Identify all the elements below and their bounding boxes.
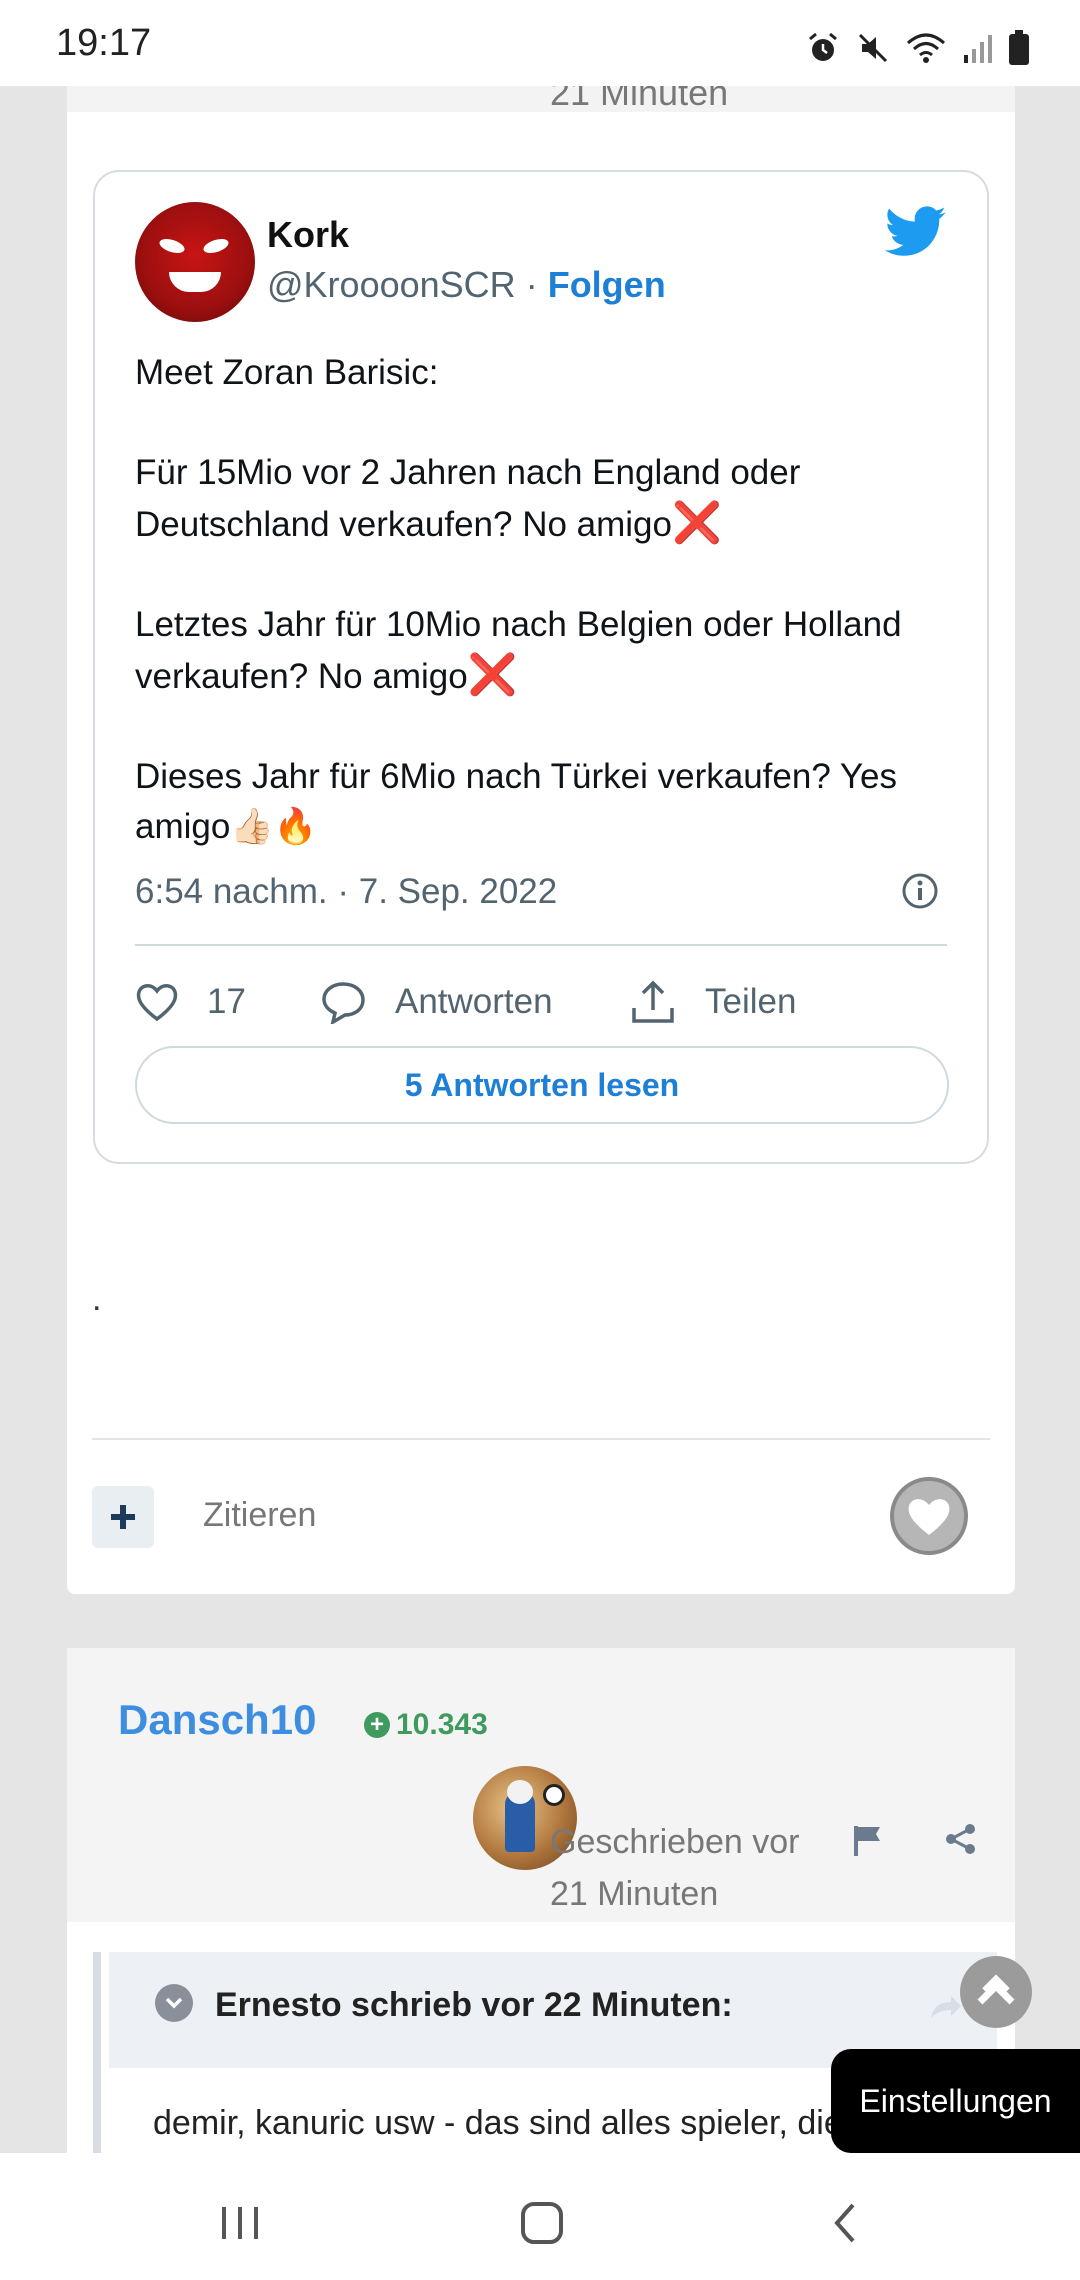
mute-icon: [858, 33, 888, 63]
tweet-blank-line: [135, 398, 965, 448]
settings-button[interactable]: Einstellungen: [831, 2049, 1080, 2153]
status-icons: [806, 26, 1030, 70]
share-label: Teilen: [705, 982, 797, 1021]
signal-icon: [964, 35, 992, 63]
status-bar: 19:17: [0, 0, 1080, 86]
chevron-down-icon[interactable]: [155, 1984, 193, 2022]
reply-bubble-icon: [322, 982, 365, 1024]
back-icon: [834, 2203, 855, 2243]
tweet-divider: [135, 944, 947, 946]
written-label: Geschrieben vor: [550, 1823, 800, 1861]
plus-icon: [111, 1505, 135, 1529]
post-timestamp: Geschrieben vor 21 Minuten: [550, 1816, 799, 1920]
tweet-text: Meet Zoran Barisic: Für 15Mio vor 2 Jahr…: [135, 348, 965, 852]
tweet-line: Meet Zoran Barisic:: [135, 353, 439, 392]
fire-emoji: 🔥: [273, 807, 318, 846]
cross-emoji: ❌: [467, 653, 518, 697]
reply-label: Antworten: [395, 982, 553, 1021]
quote-link[interactable]: Zitieren: [203, 1496, 316, 1535]
info-icon[interactable]: [901, 872, 939, 910]
post-footer-divider: [92, 1438, 990, 1440]
recent-apps-button[interactable]: [210, 2193, 270, 2253]
quote-text: demir, kanuric usw - das sind alles spie…: [153, 2104, 843, 2142]
post-text-dot: .: [92, 1280, 102, 1318]
share-icon[interactable]: [944, 1822, 978, 1856]
heart-icon: [908, 1499, 950, 1535]
handle-separator: ·: [525, 264, 538, 305]
tweet-actions: 17 Antworten Teilen: [135, 972, 796, 1032]
upload-share-icon: [632, 980, 674, 1023]
multiquote-button[interactable]: [92, 1486, 154, 1548]
status-time: 19:17: [56, 22, 152, 64]
follow-link[interactable]: Folgen: [548, 264, 666, 305]
like-action[interactable]: 17: [135, 981, 321, 1023]
recent-apps-icon: [222, 2207, 258, 2239]
tweet-handle[interactable]: @KroooonSCR: [267, 264, 516, 305]
tweet-author-name[interactable]: Kork: [267, 214, 349, 256]
plus-circle-icon: +: [364, 1712, 390, 1738]
home-button[interactable]: [512, 2193, 572, 2253]
tweet-line: Für 15Mio vor 2 Jahren nach England oder…: [135, 453, 801, 545]
embedded-tweet[interactable]: Kork @KroooonSCR · Folgen Meet Zoran Bar…: [93, 170, 989, 1164]
alarm-icon: [809, 32, 837, 61]
twitter-bird-icon[interactable]: [885, 206, 947, 258]
tweet-author-avatar[interactable]: [135, 202, 255, 322]
scroll-to-top-button[interactable]: [960, 1956, 1032, 2028]
cross-emoji: ❌: [671, 501, 722, 545]
post-author-username[interactable]: Dansch10: [118, 1696, 316, 1744]
chevron-up-icon: [977, 1974, 1015, 2005]
tweet-blank-line: [135, 550, 965, 600]
reply-action[interactable]: Antworten: [321, 980, 629, 1024]
tweet-date[interactable]: 6:54 nachm. · 7. Sep. 2022: [135, 872, 557, 912]
like-count: 17: [207, 982, 246, 1021]
reputation-badge: + 10.343: [364, 1708, 488, 1742]
share-tweet-action[interactable]: Teilen: [629, 978, 796, 1026]
tweet-line: Letztes Jahr für 10Mio nach Belgien oder…: [135, 605, 902, 697]
tweet-line: Dieses Jahr für 6Mio nach Türkei verkauf…: [135, 757, 897, 846]
home-icon: [521, 2202, 563, 2244]
reaction-button[interactable]: [890, 1477, 968, 1555]
previous-post-timestamp: 21 Minuten: [67, 86, 1015, 112]
wifi-icon: [907, 33, 945, 63]
read-replies-button[interactable]: 5 Antworten lesen: [135, 1046, 949, 1124]
system-nav-bar: [0, 2153, 1080, 2280]
flag-icon[interactable]: [850, 1822, 886, 1858]
written-time[interactable]: 21 Minuten: [550, 1868, 799, 1920]
heart-icon: [136, 984, 178, 1022]
goto-quote-arrow-icon[interactable]: [927, 1992, 963, 2022]
back-button[interactable]: [814, 2193, 874, 2253]
tweet-handle-row: @KroooonSCR · Folgen: [267, 264, 666, 306]
tweet-blank-line: [135, 702, 965, 752]
thumbs-up-emoji: 👍🏻: [230, 807, 274, 846]
quote-title: Ernesto schrieb vor 22 Minuten:: [215, 1986, 733, 2024]
reputation-count: 10.343: [396, 1708, 488, 1741]
battery-icon: [1009, 30, 1029, 65]
